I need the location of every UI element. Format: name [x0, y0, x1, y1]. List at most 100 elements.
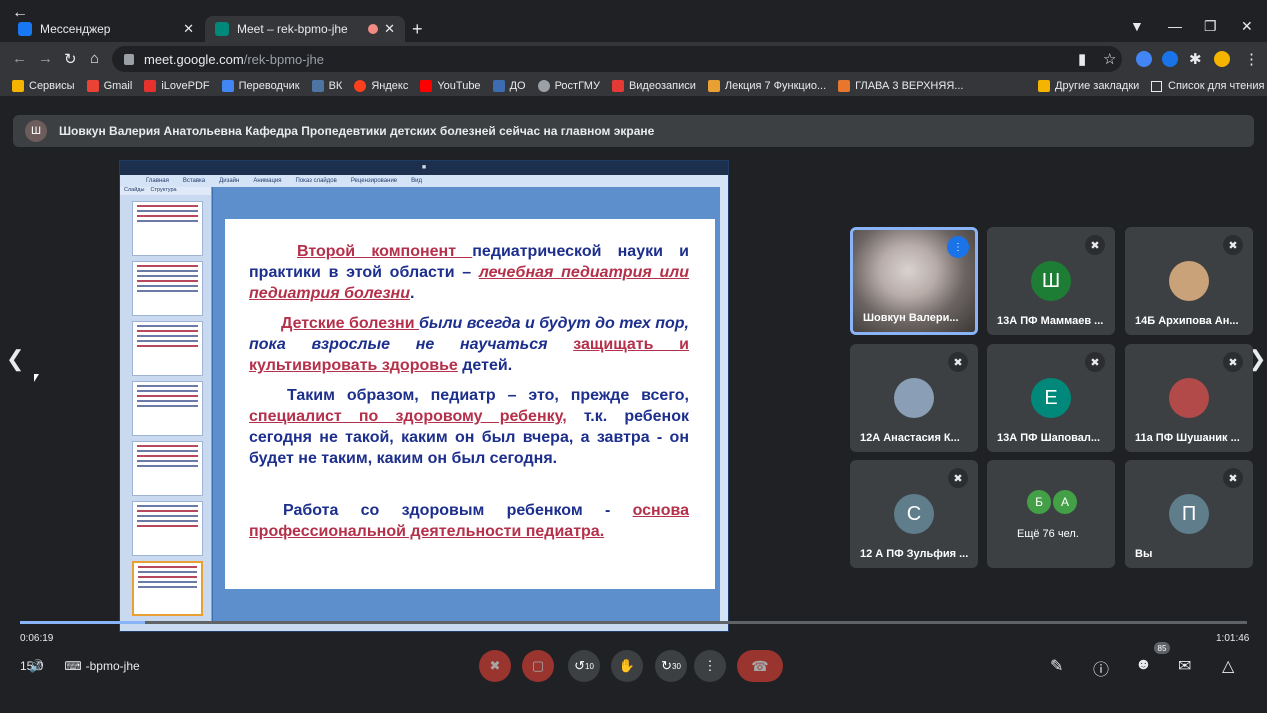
camera-toggle-button[interactable]: ▢ — [522, 650, 554, 682]
participant-tile[interactable]: ⋮ Шовкун Валери... — [850, 227, 978, 335]
side-tab: Структура — [150, 187, 177, 193]
new-tab-icon[interactable]: + — [412, 19, 423, 40]
close-icon[interactable]: ✕ — [384, 21, 395, 37]
other-bookmarks[interactable]: Другие закладки — [1038, 76, 1139, 96]
bookmark-videos[interactable]: Видеозаписи — [611, 80, 696, 92]
rewind-button[interactable]: ↺ 10 — [568, 650, 600, 682]
restore-icon[interactable]: ❐ — [1204, 18, 1217, 35]
slide-text-red: специалист по здоровому ребенку, — [249, 408, 567, 425]
participant-tile[interactable]: ✖ Ш 13А ПФ Маммаев ... — [987, 227, 1115, 335]
slide-paragraph: Второй компонент педиатрической науки и … — [249, 241, 689, 304]
bookmark-youtube[interactable]: YouTube — [420, 80, 481, 92]
bookmark-vk[interactable]: ВК — [311, 80, 342, 92]
bookmark-ilovepdf[interactable]: iLovePDF — [144, 80, 210, 92]
camera-icon[interactable]: ▮ — [1078, 50, 1086, 68]
browser-tabbar: ← Мессенджер ✕ Meet – rek-bpmo-jhe ✕ + ▼… — [0, 0, 1267, 42]
gmail-icon — [86, 80, 99, 92]
reading-list[interactable]: Список для чтения — [1151, 76, 1264, 96]
bookmark-rostgmu[interactable]: РостГМУ — [537, 80, 600, 92]
bookmark-label: Другие закладки — [1055, 80, 1140, 92]
minimize-icon[interactable]: — — [1168, 18, 1182, 34]
chat-icon[interactable]: ✉ — [1178, 656, 1191, 676]
avatar: П — [1169, 494, 1209, 534]
menu-icon[interactable]: ⋮ — [1244, 50, 1259, 68]
mic-toggle-button[interactable]: ✖ — [479, 650, 511, 682]
bookmark-label: РостГМУ — [554, 80, 600, 92]
back-icon[interactable]: ← — [12, 50, 27, 67]
people-icon[interactable]: ☻ — [1135, 656, 1152, 674]
participant-tile[interactable]: ✖ 11а ПФ Шушаник ... — [1125, 344, 1253, 452]
close-icon[interactable]: ✕ — [183, 21, 194, 37]
slide-text: . — [410, 285, 415, 302]
bookmark-label: Яндекс — [371, 80, 409, 92]
extension-icon[interactable] — [1136, 51, 1152, 67]
forward-icon[interactable]: → — [38, 50, 53, 67]
bookmark-chapter[interactable]: ГЛАВА 3 ВЕРХНЯЯ... — [838, 80, 963, 92]
ppt-ribbon: Главная Вставка Дизайн Анимация Показ сл… — [120, 175, 728, 187]
playback-progress-fill — [20, 621, 146, 624]
pencil-icon[interactable]: ✎ — [1050, 656, 1063, 676]
bookmark-lecture[interactable]: Лекция 7 Функцио... — [707, 80, 826, 92]
bookmark-gmail[interactable]: Gmail — [86, 80, 132, 92]
ppt-slide-panel: Слайды Структура — [120, 187, 212, 623]
chevron-left-icon[interactable]: ❮ — [6, 346, 24, 372]
more-options-button[interactable]: ⋮ — [694, 650, 726, 682]
shield-icon[interactable] — [1162, 51, 1178, 67]
bookmark-yandex[interactable]: Яндекс — [354, 80, 408, 92]
star-icon[interactable]: ☆ — [1103, 50, 1116, 68]
slide-thumbnail — [132, 201, 203, 256]
bookmark-do[interactable]: ДО — [492, 80, 526, 92]
messenger-icon — [18, 22, 32, 36]
rewind-label: 10 — [585, 661, 594, 671]
mouse-cursor-icon — [34, 374, 39, 382]
bookmark-services[interactable]: Сервисы — [12, 80, 75, 92]
meet-area: Ш Шовкун Валерия Анатольевна Кафедра Про… — [0, 96, 1267, 713]
info-icon[interactable]: ⓘ — [1093, 656, 1109, 680]
profile-dropdown-icon[interactable]: ▼ — [1130, 18, 1144, 34]
bookmark-label: ДО — [509, 80, 526, 92]
translate-icon — [221, 80, 234, 92]
bookmark-translate[interactable]: Переводчик — [221, 80, 300, 92]
participant-name: Вы — [1135, 548, 1153, 560]
participant-tile[interactable]: ✖ 14Б Архипова Ан... — [1125, 227, 1253, 335]
participant-tile[interactable]: ✖ С 12 А ПФ Зульфия ... — [850, 460, 978, 568]
forward-button[interactable]: ↻ 30 — [655, 650, 687, 682]
participant-tile[interactable]: ✖ Е 13А ПФ Шаповал... — [987, 344, 1115, 452]
close-window-icon[interactable]: ✕ — [1241, 18, 1253, 35]
avatar: Ш — [1031, 261, 1071, 301]
slide-paragraph: Работа со здоровым ребенком - основа про… — [249, 500, 689, 542]
home-icon[interactable]: ⌂ — [90, 50, 99, 67]
slide-thumbnail — [132, 501, 203, 556]
tab-title: Meet – rek-bpmo-jhe — [237, 22, 348, 36]
do-icon — [492, 80, 505, 92]
reading-list-icon — [1151, 80, 1162, 92]
slide: Второй компонент педиатрической науки и … — [225, 219, 715, 589]
playback-progress-bar[interactable] — [20, 621, 1247, 624]
tab-meet[interactable]: Meet – rek-bpmo-jhe ✕ — [205, 16, 405, 42]
puzzle-icon[interactable]: ✱ — [1189, 50, 1202, 68]
more-vert-icon: ⋮ — [703, 658, 717, 673]
recording-icon — [368, 24, 379, 34]
rewind-icon: ↺ — [574, 658, 585, 673]
more-participants-tile[interactable]: Б А Ещё 76 чел. — [987, 460, 1115, 568]
participant-tile[interactable]: ✖ 12А Анастасия К... — [850, 344, 978, 452]
url-path: /rek-bpmo-jhe — [243, 51, 324, 67]
slide-text: Работа со здоровым ребенком - — [283, 502, 633, 519]
raise-hand-button[interactable]: ✋ — [611, 650, 643, 682]
volume-icon[interactable]: 🔊 — [29, 659, 44, 673]
avatar[interactable] — [1214, 51, 1230, 67]
avatar-group: Б А — [1027, 490, 1077, 514]
lock-icon — [124, 53, 134, 65]
participant-tile-self[interactable]: ✖ П Вы — [1125, 460, 1253, 568]
tab-messenger[interactable]: Мессенджер ✕ — [8, 16, 204, 42]
address-bar[interactable]: meet.google.com/rek-bpmo-jhe — [112, 46, 1122, 72]
youtube-icon — [420, 80, 433, 92]
activities-icon[interactable]: △ — [1222, 656, 1234, 676]
reload-icon[interactable]: ↻ — [64, 50, 77, 68]
leave-call-button[interactable]: ☎ — [737, 650, 783, 682]
banner-text: Шовкун Валерия Анатольевна Кафедра Пропе… — [59, 124, 655, 138]
bookmark-label: Видеозаписи — [628, 80, 696, 92]
mic-off-icon: ✖ — [489, 658, 501, 673]
mic-off-icon: ✖ — [1085, 235, 1105, 255]
mic-off-icon: ✖ — [1085, 352, 1105, 372]
